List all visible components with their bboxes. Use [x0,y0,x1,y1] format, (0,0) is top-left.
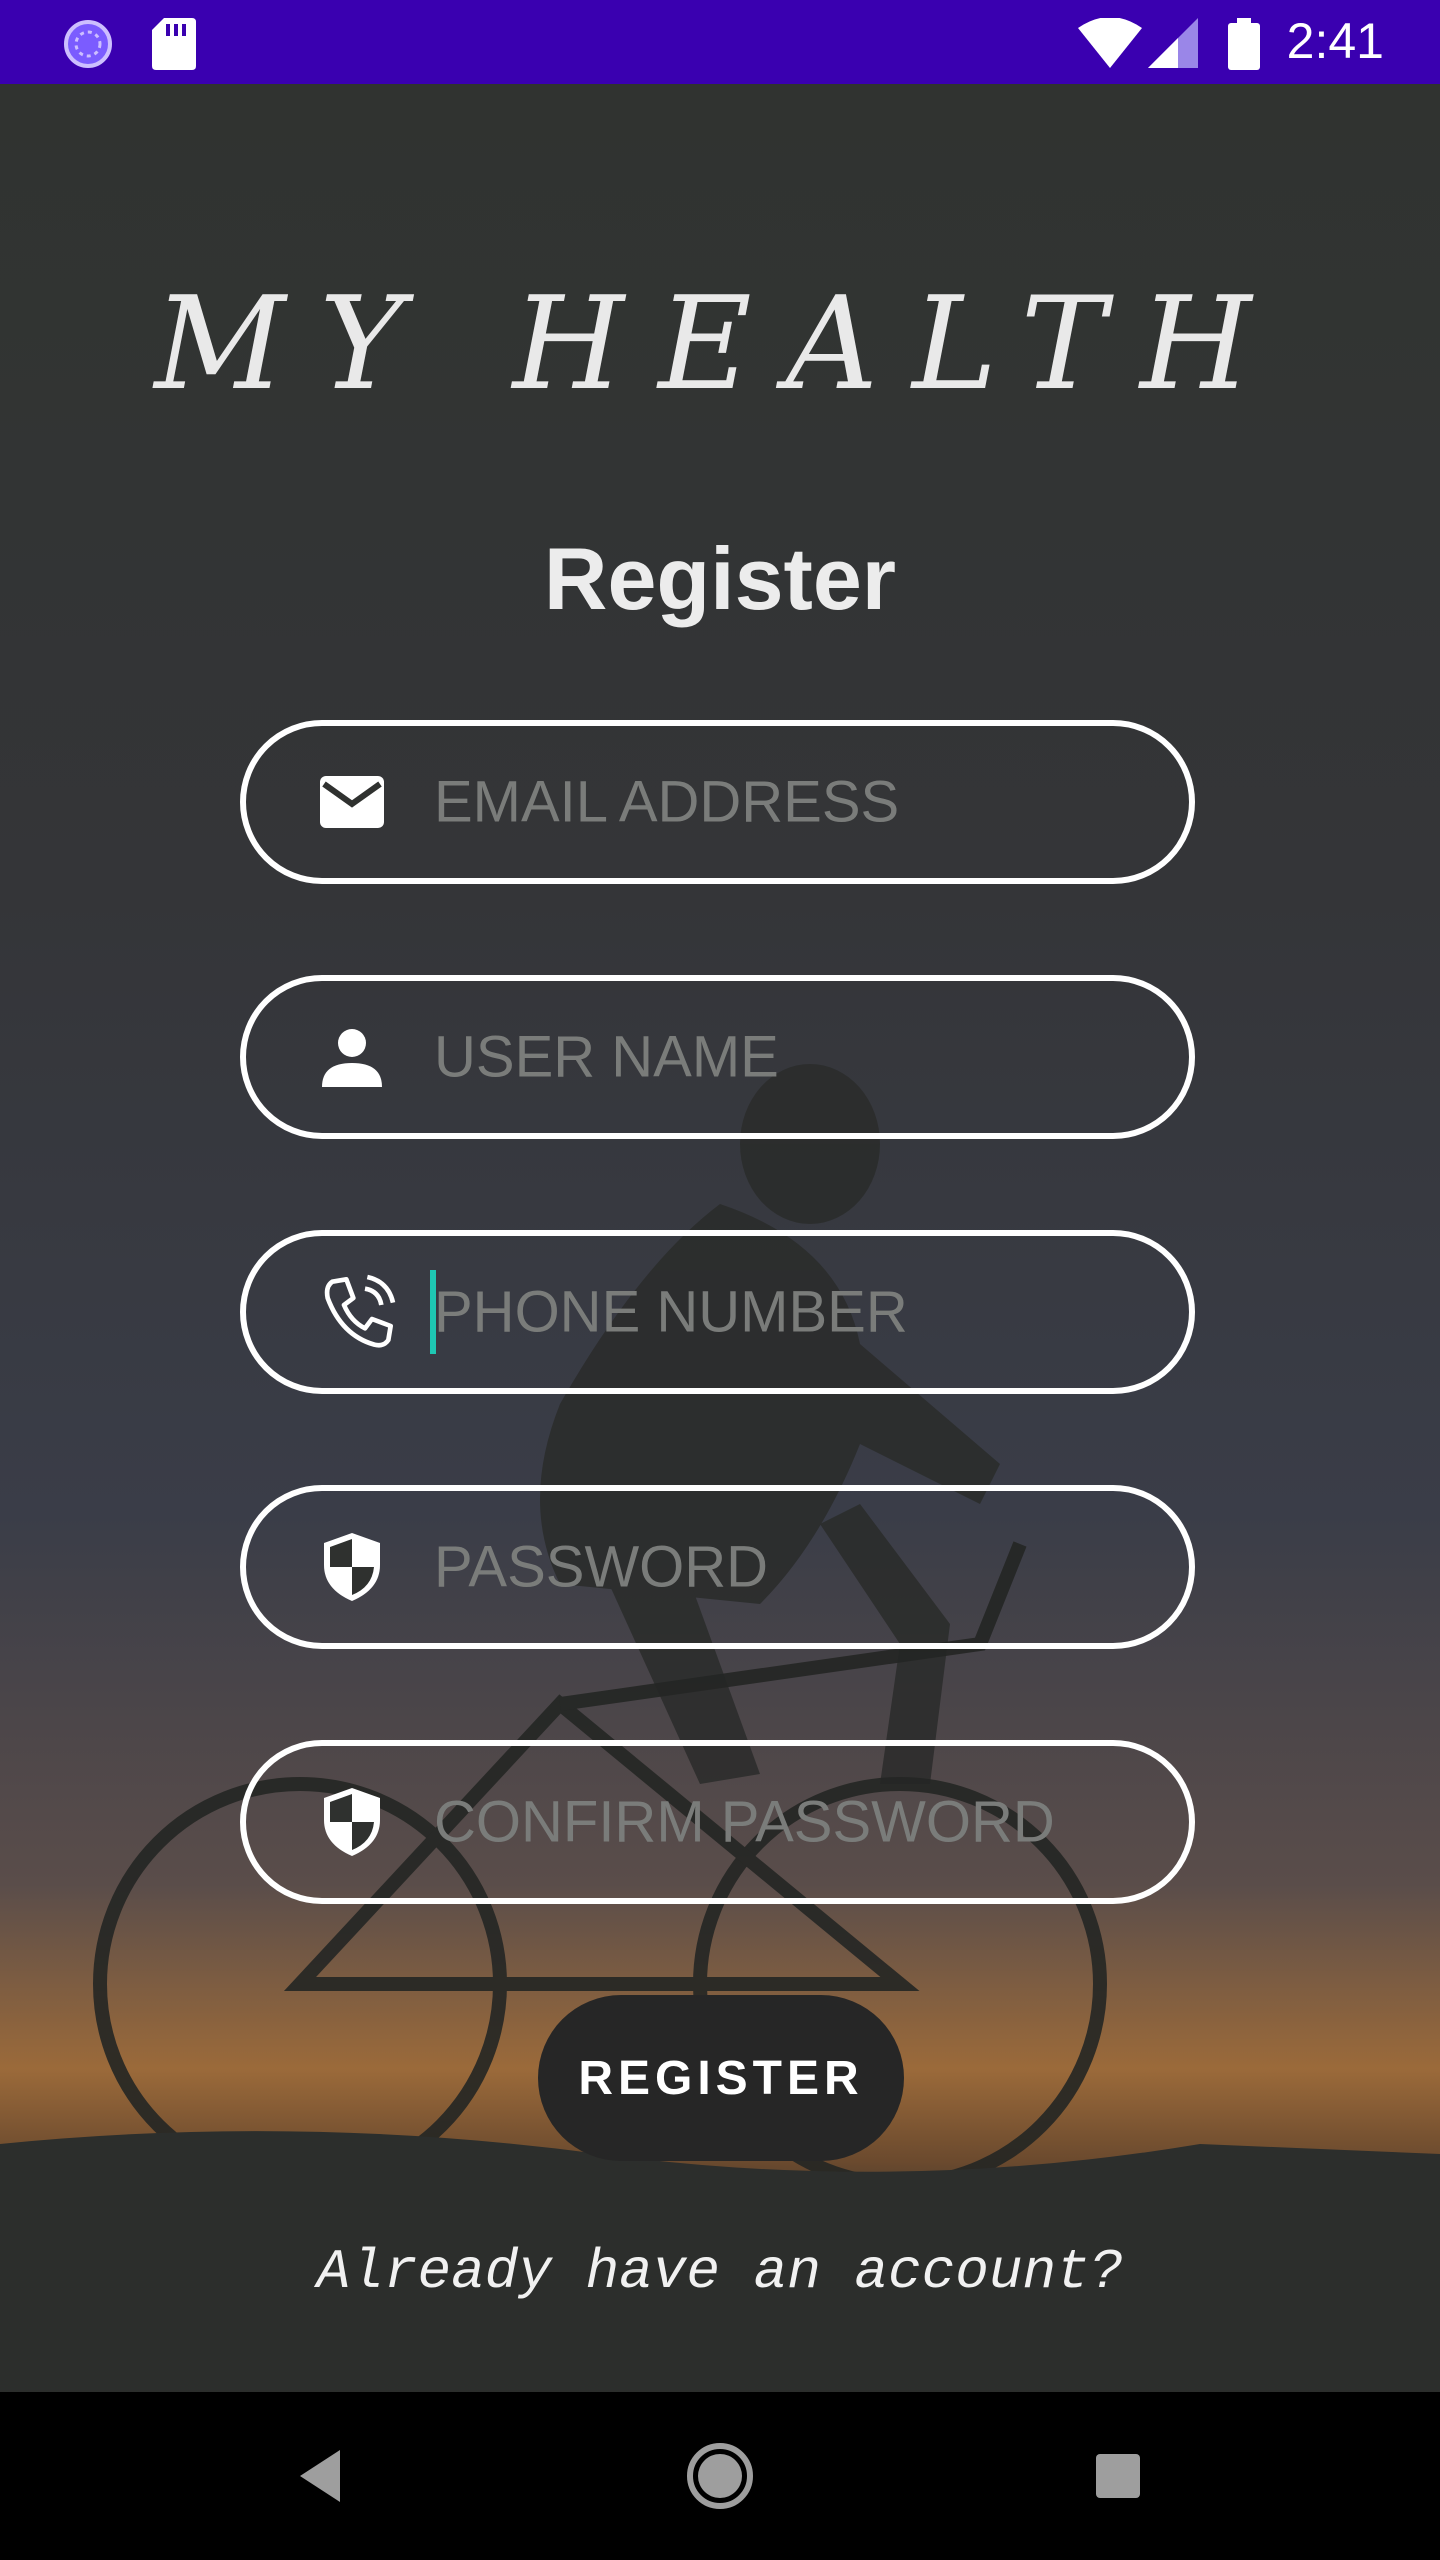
phone-placeholder: PHONE NUMBER [434,1279,908,1345]
password-placeholder: PASSWORD [434,1534,769,1600]
phone-icon [324,1274,396,1348]
password-field[interactable]: PASSWORD [240,1485,1195,1649]
login-link[interactable]: Already have an account? [0,2240,1440,2304]
username-field[interactable]: USER NAME [240,975,1195,1139]
register-button[interactable]: REGISTER [538,1995,904,2161]
status-bar: 2:41 [0,0,1440,84]
signal-icon [1148,18,1198,68]
confirm-password-placeholder: CONFIRM PASSWORD [434,1789,1055,1855]
page-title: Register [543,529,897,628]
back-icon[interactable] [272,2426,372,2526]
status-time: 2:41 [1286,13,1384,69]
home-icon[interactable] [670,2426,770,2526]
wifi-icon [1078,18,1142,68]
email-placeholder: EMAIL ADDRESS [434,769,900,835]
phone-field[interactable]: PHONE NUMBER [240,1230,1195,1394]
sd-card-icon [152,18,196,70]
confirm-password-field[interactable]: CONFIRM PASSWORD [240,1740,1195,1904]
shield-icon [324,1533,380,1601]
recents-icon[interactable] [1068,2426,1168,2526]
person-icon [322,1029,382,1087]
email-field[interactable]: EMAIL ADDRESS [240,720,1195,884]
username-placeholder: USER NAME [434,1024,779,1090]
loading-icon [64,20,112,68]
battery-icon [1228,18,1260,70]
app-title: MY HEALTH [154,270,1286,419]
email-icon [320,776,384,828]
shield-icon [324,1788,380,1856]
navigation-bar [0,2392,1440,2560]
